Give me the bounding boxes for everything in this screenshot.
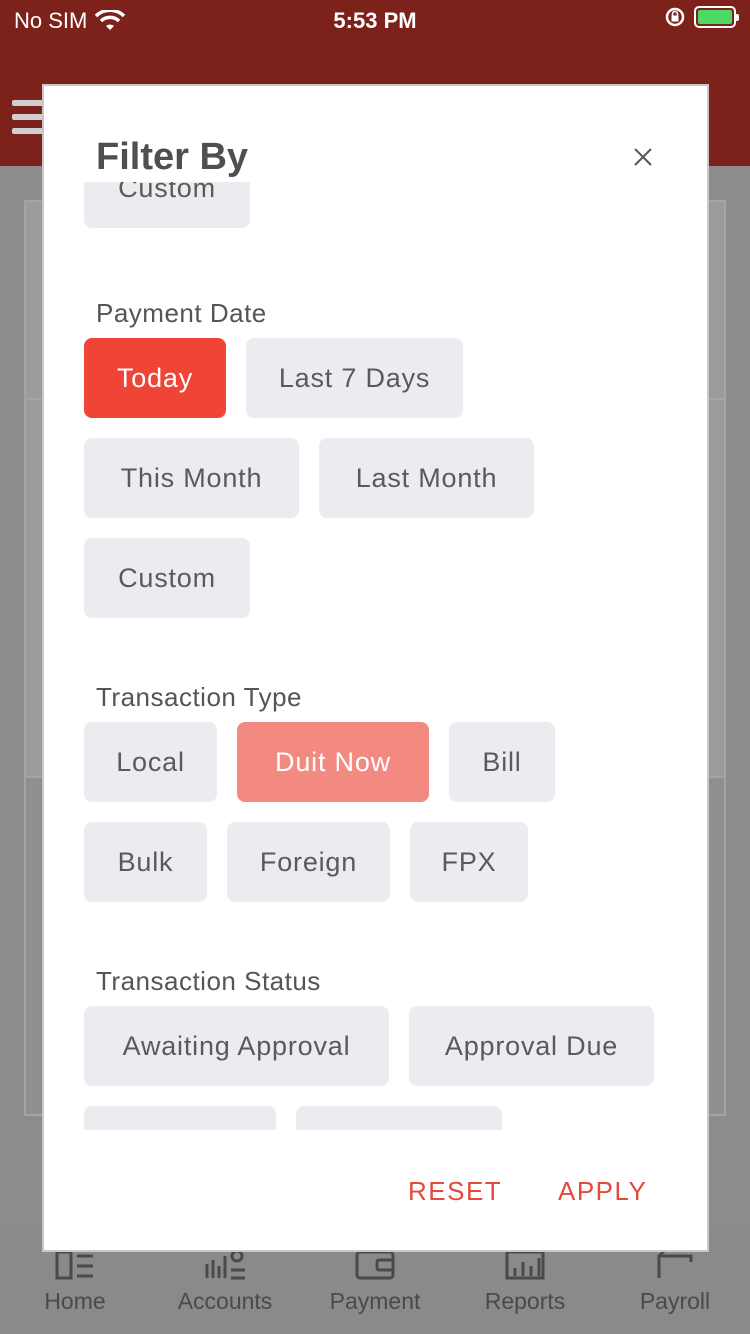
accounts-icon bbox=[205, 1249, 245, 1280]
reports-icon bbox=[505, 1250, 545, 1280]
chip-partial[interactable] bbox=[296, 1106, 502, 1130]
tab-label: Home bbox=[44, 1288, 106, 1314]
chip-label: This Month bbox=[120, 462, 263, 493]
transaction-type-label: Transaction Type bbox=[96, 682, 302, 712]
battery-icon bbox=[694, 6, 739, 28]
chip-bulk[interactable]: Bulk bbox=[84, 822, 207, 902]
chip-partial[interactable] bbox=[84, 1106, 276, 1130]
chip-label: Last Month bbox=[355, 462, 498, 493]
chip-custom-partial[interactable]: Custom bbox=[84, 182, 250, 228]
chip-label: Bulk bbox=[117, 846, 174, 877]
orientation-lock-icon bbox=[665, 7, 685, 27]
chip-fpx[interactable]: FPX bbox=[410, 822, 528, 902]
payroll-icon bbox=[657, 1248, 693, 1278]
apply-button[interactable]: APPLY bbox=[558, 1176, 647, 1207]
chip-label: Last 7 Days bbox=[278, 362, 431, 393]
chip-foreign[interactable]: Foreign bbox=[227, 822, 390, 902]
modal-title: Filter By bbox=[96, 136, 249, 178]
filter-modal: Filter By Custom Payment Date Today Last… bbox=[42, 84, 709, 1252]
chip-this-month[interactable]: This Month bbox=[84, 438, 299, 518]
chip-label: Foreign bbox=[259, 846, 358, 877]
chip-duit-now[interactable]: Duit Now bbox=[237, 722, 429, 802]
home-icon bbox=[55, 1250, 93, 1280]
filter-scroll-area[interactable]: Custom Payment Date Today Last 7 Days Th… bbox=[44, 182, 707, 1130]
close-icon[interactable] bbox=[628, 142, 658, 172]
transaction-status-label: Transaction Status bbox=[96, 966, 321, 996]
chip-approval-due[interactable]: Approval Due bbox=[409, 1006, 654, 1086]
status-right bbox=[664, 6, 739, 28]
chip-awaiting-approval[interactable]: Awaiting Approval bbox=[84, 1006, 389, 1086]
chip-today[interactable]: Today bbox=[84, 338, 226, 418]
chip-label: Custom bbox=[118, 182, 216, 203]
chip-label: Approval Due bbox=[444, 1030, 619, 1061]
tab-label: Accounts bbox=[177, 1288, 273, 1314]
chip-label: Awaiting Approval bbox=[122, 1030, 351, 1061]
chip-label: Custom bbox=[118, 562, 216, 593]
chip-custom[interactable]: Custom bbox=[84, 538, 250, 618]
chip-label: Bill bbox=[482, 746, 522, 777]
payment-date-label: Payment Date bbox=[96, 298, 267, 328]
status-bar: No SIM 5:53 PM bbox=[0, 0, 750, 40]
chip-label: FPX bbox=[441, 846, 497, 877]
tab-label: Payroll bbox=[639, 1288, 711, 1314]
chip-last-month[interactable]: Last Month bbox=[319, 438, 534, 518]
tab-label: Reports bbox=[484, 1288, 566, 1314]
wallet-icon bbox=[355, 1250, 395, 1280]
chip-bill[interactable]: Bill bbox=[449, 722, 555, 802]
chip-label: Local bbox=[116, 746, 185, 777]
tab-label: Payment bbox=[329, 1288, 421, 1314]
chip-label: Today bbox=[116, 362, 194, 393]
status-time: 5:53 PM bbox=[333, 8, 417, 33]
chip-label: Duit Now bbox=[275, 746, 391, 777]
chip-last-7-days[interactable]: Last 7 Days bbox=[246, 338, 463, 418]
chip-local[interactable]: Local bbox=[84, 722, 217, 802]
reset-button[interactable]: RESET bbox=[408, 1176, 502, 1207]
